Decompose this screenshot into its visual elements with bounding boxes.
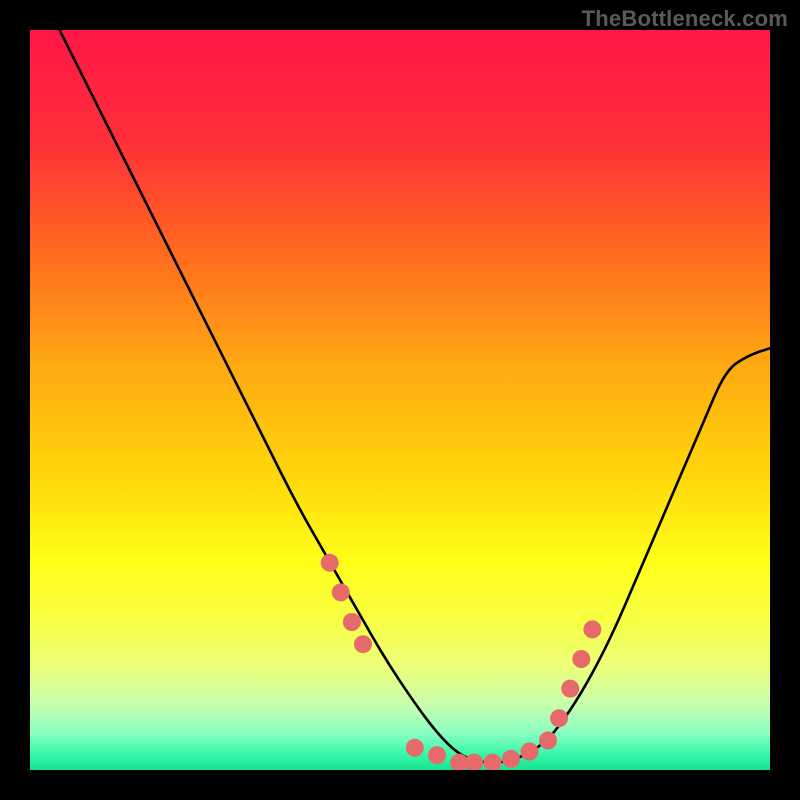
- chart-container: TheBottleneck.com: [0, 0, 800, 800]
- marker-dot: [502, 750, 520, 768]
- marker-dot: [550, 709, 568, 727]
- marker-dot: [521, 743, 539, 761]
- marker-dot: [465, 754, 483, 770]
- marker-dot: [321, 554, 339, 572]
- marker-dot: [484, 754, 502, 770]
- plot-area: [30, 30, 770, 770]
- attribution-label: TheBottleneck.com: [582, 6, 788, 32]
- marker-dot: [539, 731, 557, 749]
- marker-dot: [572, 650, 590, 668]
- marker-dot: [332, 583, 350, 601]
- marker-dot: [354, 635, 372, 653]
- highlight-dots: [321, 554, 602, 770]
- markers-layer: [30, 30, 770, 770]
- marker-dot: [406, 739, 424, 757]
- marker-dot: [561, 680, 579, 698]
- marker-dot: [343, 613, 361, 631]
- marker-dot: [428, 746, 446, 764]
- marker-dot: [583, 620, 601, 638]
